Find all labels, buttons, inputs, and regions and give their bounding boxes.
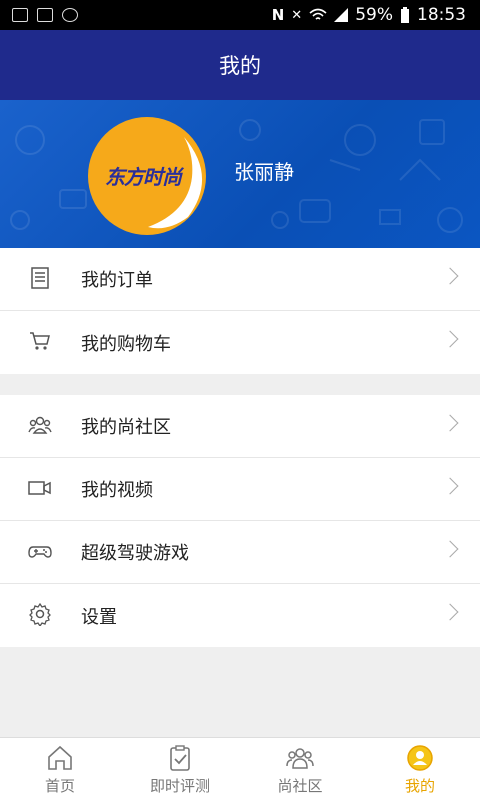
tab-community[interactable]: 尚社区 — [240, 738, 360, 801]
menu-item-label: 我的订单 — [81, 270, 153, 291]
page-title: 我的 — [219, 54, 261, 78]
menu-item-label: 我的视频 — [81, 480, 153, 501]
tab-home[interactable]: 首页 — [0, 738, 120, 801]
gallery-icon — [12, 8, 28, 22]
chevron-right-icon — [441, 330, 459, 348]
community-icon — [28, 416, 52, 434]
home-icon — [48, 745, 72, 770]
menu-item-orders[interactable]: 我的订单 — [0, 248, 480, 311]
notification-icon — [37, 8, 53, 22]
avatar[interactable]: 东方时尚 — [88, 117, 206, 235]
username: 张丽静 — [234, 160, 294, 184]
nfc-icon: N — [271, 6, 285, 24]
tab-mine[interactable]: 我的 — [360, 738, 480, 801]
menu-group-orders: 我的订单 我的购物车 — [0, 248, 480, 374]
tab-label: 首页 — [44, 777, 75, 795]
tab-label: 尚社区 — [277, 777, 323, 795]
chevron-right-icon — [441, 267, 459, 285]
menu-item-driving-game[interactable]: 超级驾驶游戏 — [0, 521, 480, 584]
menu-item-label: 超级驾驶游戏 — [81, 543, 189, 564]
cart-icon — [30, 332, 50, 350]
battery-icon — [401, 7, 409, 23]
clock: 18:53 — [417, 5, 466, 25]
user-circle-icon — [407, 745, 433, 771]
status-bar: N ✕ 59% 18:53 — [0, 0, 480, 30]
video-icon — [28, 481, 51, 495]
tab-label: 我的 — [404, 777, 435, 795]
chevron-right-icon — [441, 477, 459, 495]
gear-icon — [29, 602, 51, 626]
title-bar: 我的 — [0, 30, 480, 100]
chevron-right-icon — [441, 540, 459, 558]
tab-assessment[interactable]: 即时评测 — [120, 738, 240, 801]
avatar-logo-text: 东方时尚 — [105, 165, 182, 189]
profile-banner: 东方时尚 张丽静 — [0, 100, 480, 248]
clipboard-check-icon — [170, 745, 190, 771]
sync-icon — [62, 8, 78, 22]
menu-item-community[interactable]: 我的尚社区 — [0, 395, 480, 458]
bottom-tab-bar: 首页 即时评测 尚社区 我的 — [0, 737, 480, 801]
menu-item-label: 我的尚社区 — [81, 417, 171, 438]
menu-item-videos[interactable]: 我的视频 — [0, 458, 480, 521]
menu-group-more: 我的尚社区 我的视频 超级驾驶游戏 设置 — [0, 395, 480, 647]
chevron-right-icon — [441, 414, 459, 432]
menu-item-settings[interactable]: 设置 — [0, 584, 480, 647]
signal-icon — [334, 8, 349, 22]
menu-item-label: 设置 — [81, 606, 117, 628]
gamepad-icon — [28, 546, 52, 558]
mute-icon: ✕ — [291, 7, 303, 23]
menu-item-cart[interactable]: 我的购物车 — [0, 311, 480, 374]
battery-percent: 59% — [355, 5, 393, 25]
menu-item-label: 我的购物车 — [81, 333, 171, 355]
group-icon — [286, 748, 314, 769]
tab-label: 即时评测 — [149, 777, 210, 795]
document-icon — [31, 267, 49, 289]
wifi-icon — [309, 8, 327, 20]
chevron-right-icon — [441, 603, 459, 621]
